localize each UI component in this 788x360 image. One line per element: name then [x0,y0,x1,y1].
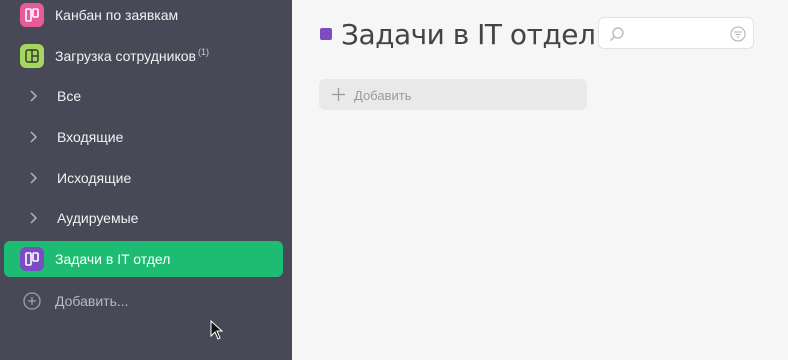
sidebar-item-staff-workload[interactable]: Загрузка сотрудников (1) [4,38,283,74]
search-box [598,17,754,49]
sidebar-item-all[interactable]: Все [4,78,283,114]
chevron-right-icon [30,131,37,143]
sidebar-add-label: Добавить... [55,293,129,309]
kanban-board-icon [20,3,44,27]
sidebar-item-label: Загрузка сотрудников (1) [55,47,209,64]
add-task-button[interactable]: Добавить [319,79,587,110]
sidebar-add-button[interactable]: Добавить... [4,283,283,319]
sidebar-item-label: Все [57,88,82,104]
sidebar-item-label: Канбан по заявкам [55,7,179,23]
sidebar-item-it-tasks[interactable]: Задачи в IT отдел [4,241,283,277]
filter-icon[interactable] [730,26,746,42]
sidebar-item-label: Задачи в IT отдел [55,251,171,267]
chevron-right-icon [30,172,37,184]
search-icon [610,27,624,41]
app-color-marker [320,28,332,40]
sidebar-item-incoming[interactable]: Входящие [4,119,283,155]
sidebar-item-label: Входящие [57,129,124,145]
plus-icon [332,88,345,101]
kanban-board-icon [20,247,44,271]
page-header: Задачи в IT отдел [320,14,612,54]
chevron-right-icon [30,90,37,102]
plus-circle-icon [23,292,41,310]
sidebar-item-kanban-requests[interactable]: Канбан по заявкам [4,0,283,33]
search-input[interactable] [629,24,719,44]
main-content: Задачи в IT отдел Добавить [292,0,788,360]
mouse-cursor-icon [210,320,224,340]
sidebar: Канбан по заявкам Загрузка сотрудников (1… [0,0,292,360]
add-task-label: Добавить [354,88,412,103]
chevron-right-icon [30,212,37,224]
notification-badge: (1) [197,47,209,57]
sidebar-item-audited[interactable]: Аудируемые [4,200,283,236]
sidebar-item-outgoing[interactable]: Исходящие [4,160,283,196]
sidebar-item-label: Аудируемые [57,210,139,226]
sidebar-item-label: Исходящие [57,170,132,186]
workload-icon [20,44,44,68]
page-title: Задачи в IT отдел [341,17,596,51]
